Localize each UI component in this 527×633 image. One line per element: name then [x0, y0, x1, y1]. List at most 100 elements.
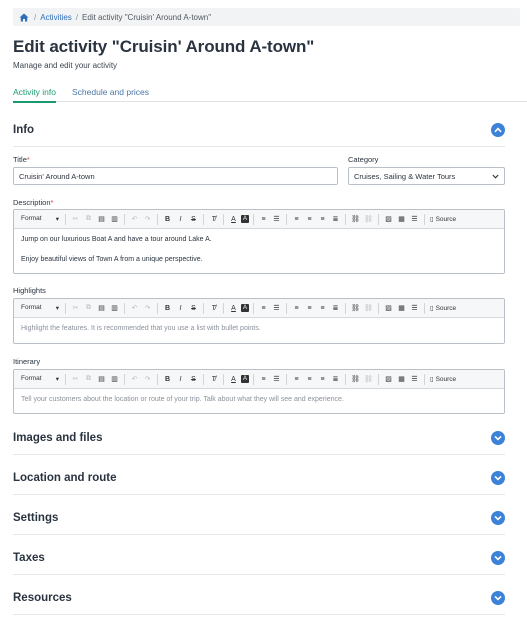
cut-icon[interactable]: ✂ [70, 374, 81, 385]
background-color-icon[interactable]: A [241, 375, 249, 383]
cut-icon[interactable]: ✂ [70, 214, 81, 225]
itinerary-editor[interactable]: Format ▾ ✂ ⧉ ▤ ▥ ↶ ↷ B I S T̸ A A ≡ ☰ ≡ ≡… [13, 369, 505, 414]
align-left-icon[interactable]: ≡ [291, 303, 302, 314]
section-header-resources[interactable]: Resources [13, 590, 505, 612]
unlink-icon[interactable]: ⛓ [363, 374, 374, 385]
description-label: Description* [13, 198, 54, 207]
chevron-up-icon[interactable] [491, 123, 505, 137]
bulleted-list-icon[interactable]: ☰ [271, 214, 282, 225]
strikethrough-icon[interactable]: S [188, 214, 199, 225]
text-color-icon[interactable]: A [228, 303, 239, 314]
source-button[interactable]: ▯ Source [430, 375, 456, 384]
align-left-icon[interactable]: ≡ [291, 214, 302, 225]
remove-format-icon[interactable]: T̸ [208, 303, 219, 314]
unlink-icon[interactable]: ⛓ [363, 214, 374, 225]
chevron-down-icon[interactable] [491, 511, 505, 525]
chevron-down-icon[interactable] [491, 431, 505, 445]
redo-icon[interactable]: ↷ [142, 303, 153, 314]
format-dropdown[interactable]: Format ▾ [18, 215, 62, 223]
align-right-icon[interactable]: ≡ [317, 214, 328, 225]
format-dropdown[interactable]: Format ▾ [18, 375, 62, 383]
copy-icon[interactable]: ⧉ [83, 374, 94, 385]
title-input[interactable]: Cruisin' Around A-town [13, 167, 338, 185]
undo-icon[interactable]: ↶ [129, 374, 140, 385]
text-color-icon[interactable]: A [228, 374, 239, 385]
description-content[interactable]: Jump on our luxurious Boat A and have a … [14, 229, 504, 271]
align-right-icon[interactable]: ≡ [317, 374, 328, 385]
horizontal-line-icon[interactable]: ☰ [409, 303, 420, 314]
chevron-down-icon[interactable] [491, 551, 505, 565]
strikethrough-icon[interactable]: S [188, 303, 199, 314]
source-button[interactable]: ▯ Source [430, 304, 456, 313]
redo-icon[interactable]: ↷ [142, 374, 153, 385]
chevron-down-icon[interactable] [491, 471, 505, 485]
align-justify-icon[interactable]: ≣ [330, 214, 341, 225]
home-icon[interactable] [19, 12, 30, 23]
remove-format-icon[interactable]: T̸ [208, 374, 219, 385]
category-select[interactable]: Cruises, Sailing & Water Tours [348, 167, 505, 185]
numbered-list-icon[interactable]: ≡ [258, 214, 269, 225]
copy-icon[interactable]: ⧉ [83, 214, 94, 225]
section-header-images-and-files[interactable]: Images and files [13, 430, 505, 452]
numbered-list-icon[interactable]: ≡ [258, 303, 269, 314]
align-center-icon[interactable]: ≡ [304, 303, 315, 314]
bold-icon[interactable]: B [162, 303, 173, 314]
link-icon[interactable]: ⛓ [350, 214, 361, 225]
breadcrumb-activities-link[interactable]: Activities [40, 13, 72, 22]
italic-icon[interactable]: I [175, 303, 186, 314]
text-color-icon[interactable]: A [228, 214, 239, 225]
redo-icon[interactable]: ↷ [142, 214, 153, 225]
section-header-info[interactable]: Info [13, 122, 505, 144]
bulleted-list-icon[interactable]: ☰ [271, 303, 282, 314]
numbered-list-icon[interactable]: ≡ [258, 374, 269, 385]
table-icon[interactable]: ▦ [396, 374, 407, 385]
image-icon[interactable]: ▨ [383, 303, 394, 314]
tab-activity-info[interactable]: Activity info [13, 87, 56, 103]
section-header-settings[interactable]: Settings [13, 510, 505, 532]
align-right-icon[interactable]: ≡ [317, 303, 328, 314]
italic-icon[interactable]: I [175, 214, 186, 225]
tab-schedule-and-prices[interactable]: Schedule and prices [72, 87, 149, 97]
bold-icon[interactable]: B [162, 374, 173, 385]
highlights-content[interactable]: Highlight the features. It is recommende… [14, 318, 504, 340]
description-editor[interactable]: Format ▾ ✂ ⧉ ▤ ▥ ↶ ↷ B I S T̸ A A ≡ ☰ ≡ ≡… [13, 209, 505, 274]
format-dropdown[interactable]: Format ▾ [18, 304, 62, 312]
bold-icon[interactable]: B [162, 214, 173, 225]
table-icon[interactable]: ▦ [396, 303, 407, 314]
paste-icon[interactable]: ▤ [96, 374, 107, 385]
paste-icon[interactable]: ▤ [96, 303, 107, 314]
align-justify-icon[interactable]: ≣ [330, 303, 341, 314]
image-icon[interactable]: ▨ [383, 374, 394, 385]
cut-icon[interactable]: ✂ [70, 303, 81, 314]
bulleted-list-icon[interactable]: ☰ [271, 374, 282, 385]
align-center-icon[interactable]: ≡ [304, 374, 315, 385]
paste-text-icon[interactable]: ▥ [109, 374, 120, 385]
background-color-icon[interactable]: A [241, 215, 249, 223]
copy-icon[interactable]: ⧉ [83, 303, 94, 314]
image-icon[interactable]: ▨ [383, 214, 394, 225]
paste-text-icon[interactable]: ▥ [109, 214, 120, 225]
link-icon[interactable]: ⛓ [350, 303, 361, 314]
link-icon[interactable]: ⛓ [350, 374, 361, 385]
undo-icon[interactable]: ↶ [129, 214, 140, 225]
section-header-taxes[interactable]: Taxes [13, 550, 505, 572]
itinerary-content[interactable]: Tell your customers about the location o… [14, 389, 504, 411]
paste-text-icon[interactable]: ▥ [109, 303, 120, 314]
table-icon[interactable]: ▦ [396, 214, 407, 225]
source-button[interactable]: ▯ Source [430, 215, 456, 224]
paste-icon[interactable]: ▤ [96, 214, 107, 225]
horizontal-line-icon[interactable]: ☰ [409, 374, 420, 385]
background-color-icon[interactable]: A [241, 304, 249, 312]
align-center-icon[interactable]: ≡ [304, 214, 315, 225]
align-justify-icon[interactable]: ≣ [330, 374, 341, 385]
section-header-location-and-route[interactable]: Location and route [13, 470, 505, 492]
unlink-icon[interactable]: ⛓ [363, 303, 374, 314]
undo-icon[interactable]: ↶ [129, 303, 140, 314]
align-left-icon[interactable]: ≡ [291, 374, 302, 385]
highlights-editor[interactable]: Format ▾ ✂ ⧉ ▤ ▥ ↶ ↷ B I S T̸ A A ≡ ☰ ≡ ≡… [13, 298, 505, 344]
remove-format-icon[interactable]: T̸ [208, 214, 219, 225]
italic-icon[interactable]: I [175, 374, 186, 385]
chevron-down-icon[interactable] [491, 591, 505, 605]
horizontal-line-icon[interactable]: ☰ [409, 214, 420, 225]
strikethrough-icon[interactable]: S [188, 374, 199, 385]
